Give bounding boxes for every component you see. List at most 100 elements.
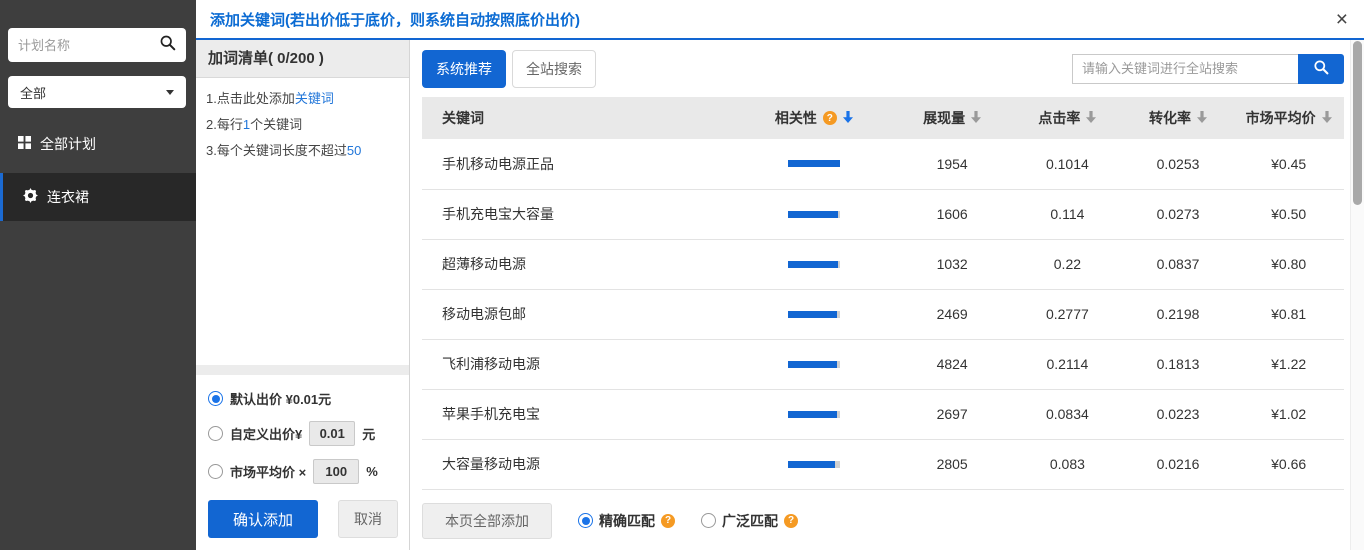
sidebar-item-campaign[interactable]: 连衣裙 bbox=[0, 173, 196, 221]
cvr-cell: 0.0253 bbox=[1123, 139, 1234, 189]
relevance-cell bbox=[735, 339, 892, 389]
match-option-label: 广泛匹配 bbox=[722, 511, 778, 531]
table-row[interactable]: 手机移动电源正品19540.10140.0253¥0.45 bbox=[422, 139, 1344, 189]
keyword-cell: 大容量移动电源 bbox=[422, 439, 735, 489]
table-row[interactable]: 飞利浦移动电源 48240.21140.1813¥1.22 bbox=[422, 339, 1344, 389]
bid-option-label: 自定义出价¥ bbox=[230, 424, 302, 443]
keyword-cell: 移动电源包邮 bbox=[422, 289, 735, 339]
source-tabs: 系统推荐 全站搜索 bbox=[422, 50, 596, 88]
table-row[interactable]: 手机充电宝大容量16060.1140.0273¥0.50 bbox=[422, 189, 1344, 239]
help-icon[interactable]: ? bbox=[661, 514, 675, 528]
col-header-relevance[interactable]: 相关性 ? bbox=[735, 97, 892, 139]
cvr-cell: 0.1813 bbox=[1123, 339, 1234, 389]
radio-custom-bid[interactable] bbox=[208, 426, 223, 441]
match-option-exact[interactable]: 精确匹配 ? bbox=[578, 511, 675, 531]
help-icon[interactable]: ? bbox=[823, 111, 837, 125]
tab-system-recommend[interactable]: 系统推荐 bbox=[422, 50, 506, 88]
plan-filter-select[interactable]: 全部 bbox=[8, 76, 186, 108]
tab-site-search[interactable]: 全站搜索 bbox=[512, 50, 596, 88]
bid-option-label: 市场平均价 × bbox=[230, 462, 306, 481]
bid-option-default[interactable]: 默认出价 ¥0.01元 bbox=[208, 389, 399, 408]
table-toolbar: 系统推荐 全站搜索 bbox=[422, 40, 1344, 97]
keyword-cell: 飞利浦移动电源 bbox=[422, 339, 735, 389]
sort-icon[interactable] bbox=[971, 110, 981, 126]
col-header-cvr[interactable]: 转化率 bbox=[1123, 97, 1234, 139]
modal-header: 添加关键词(若出价低于底价，则系统自动按照底价出价) × bbox=[196, 0, 1364, 40]
table-header-row: 关键词 相关性 ? bbox=[422, 97, 1344, 139]
keyword-search-button[interactable] bbox=[1298, 54, 1344, 84]
table-row[interactable]: 大容量移动电源28050.0830.0216¥0.66 bbox=[422, 439, 1344, 489]
sort-desc-icon[interactable] bbox=[843, 110, 853, 126]
grid-icon bbox=[18, 136, 31, 152]
impressions-cell: 2469 bbox=[892, 289, 1012, 339]
table-row[interactable]: 苹果手机充电宝26970.08340.0223¥1.02 bbox=[422, 389, 1344, 439]
relevance-bar bbox=[788, 211, 840, 218]
price-cell: ¥0.81 bbox=[1233, 289, 1344, 339]
relevance-bar bbox=[788, 461, 840, 468]
col-header-market-price[interactable]: 市场平均价 bbox=[1233, 97, 1344, 139]
plan-search-input[interactable] bbox=[18, 38, 159, 53]
relevance-bar bbox=[788, 311, 840, 318]
instruction-line: 2.每行1个关键词 bbox=[206, 112, 399, 138]
keyword-cell: 苹果手机充电宝 bbox=[422, 389, 735, 439]
confirm-add-button[interactable]: 确认添加 bbox=[208, 500, 318, 538]
impressions-cell: 4824 bbox=[892, 339, 1012, 389]
bid-option-custom[interactable]: 自定义出价¥ 元 bbox=[208, 421, 399, 446]
sidebar-nav: 全部计划 连衣裙 bbox=[0, 128, 196, 221]
price-cell: ¥0.45 bbox=[1233, 139, 1344, 189]
ctr-cell: 0.2777 bbox=[1012, 289, 1123, 339]
close-icon[interactable]: × bbox=[1336, 9, 1348, 30]
search-icon bbox=[1313, 59, 1329, 78]
price-cell: ¥1.22 bbox=[1233, 339, 1344, 389]
bid-option-label: 默认出价 ¥0.01元 bbox=[230, 389, 331, 408]
ctr-cell: 0.114 bbox=[1012, 189, 1123, 239]
help-icon[interactable]: ? bbox=[784, 514, 798, 528]
sidebar-item-all-plans[interactable]: 全部计划 bbox=[0, 128, 196, 160]
ctr-cell: 0.2114 bbox=[1012, 339, 1123, 389]
col-header-ctr[interactable]: 点击率 bbox=[1012, 97, 1123, 139]
table-row[interactable]: 超薄移动电源10320.220.0837¥0.80 bbox=[422, 239, 1344, 289]
add-all-button[interactable]: 本页全部添加 bbox=[422, 503, 552, 539]
market-percent-input[interactable] bbox=[313, 459, 359, 484]
radio-broad-match[interactable] bbox=[701, 513, 716, 528]
sidebar-item-label: 全部计划 bbox=[40, 134, 96, 154]
keyword-search-input[interactable] bbox=[1072, 54, 1298, 84]
search-icon[interactable] bbox=[159, 34, 176, 56]
sort-icon[interactable] bbox=[1322, 110, 1332, 126]
keyword-table: 关键词 相关性 ? bbox=[422, 97, 1344, 490]
add-list-panel: 加词清单( 0/200 ) 1.点击此处添加关键词 2.每行1个关键词 3.每个… bbox=[196, 40, 410, 550]
cvr-cell: 0.2198 bbox=[1123, 289, 1234, 339]
relevance-cell bbox=[735, 439, 892, 489]
radio-market-bid[interactable] bbox=[208, 464, 223, 479]
impressions-cell: 1954 bbox=[892, 139, 1012, 189]
radio-exact-match[interactable] bbox=[578, 513, 593, 528]
bid-option-unit: 元 bbox=[362, 424, 375, 443]
bid-panel: 默认出价 ¥0.01元 自定义出价¥ 元 市场平均价 × % 确认添加 取消 bbox=[196, 375, 409, 550]
chevron-down-icon bbox=[166, 90, 174, 95]
plan-search-box[interactable] bbox=[8, 28, 186, 62]
sort-icon[interactable] bbox=[1197, 110, 1207, 126]
keyword-cell: 手机充电宝大容量 bbox=[422, 189, 735, 239]
keyword-cell: 手机移动电源正品 bbox=[422, 139, 735, 189]
keyword-cell: 超薄移动电源 bbox=[422, 239, 735, 289]
custom-bid-input[interactable] bbox=[309, 421, 355, 446]
col-header-impressions[interactable]: 展现量 bbox=[892, 97, 1012, 139]
relevance-bar bbox=[788, 160, 840, 167]
ctr-cell: 0.22 bbox=[1012, 239, 1123, 289]
cancel-button[interactable]: 取消 bbox=[338, 500, 398, 538]
keyword-entry-area[interactable]: 1.点击此处添加关键词 2.每行1个关键词 3.每个关键词长度不超过50 bbox=[196, 78, 409, 365]
radio-default-bid[interactable] bbox=[208, 391, 223, 406]
match-option-broad[interactable]: 广泛匹配 ? bbox=[701, 511, 798, 531]
col-header-keyword: 关键词 bbox=[422, 97, 735, 139]
keyword-table-body: 手机移动电源正品19540.10140.0253¥0.45手机充电宝大容量160… bbox=[422, 139, 1344, 489]
keyword-searchbar bbox=[1072, 54, 1344, 84]
modal-body: 加词清单( 0/200 ) 1.点击此处添加关键词 2.每行1个关键词 3.每个… bbox=[196, 40, 1364, 550]
bid-option-market[interactable]: 市场平均价 × % bbox=[208, 459, 399, 484]
table-row[interactable]: 移动电源包邮 24690.27770.2198¥0.81 bbox=[422, 289, 1344, 339]
scrollbar-thumb[interactable] bbox=[1353, 41, 1362, 205]
vertical-scrollbar[interactable] bbox=[1350, 40, 1364, 550]
sort-icon[interactable] bbox=[1086, 110, 1096, 126]
gear-icon bbox=[23, 188, 38, 206]
relevance-bar bbox=[788, 361, 840, 368]
cvr-cell: 0.0837 bbox=[1123, 239, 1234, 289]
